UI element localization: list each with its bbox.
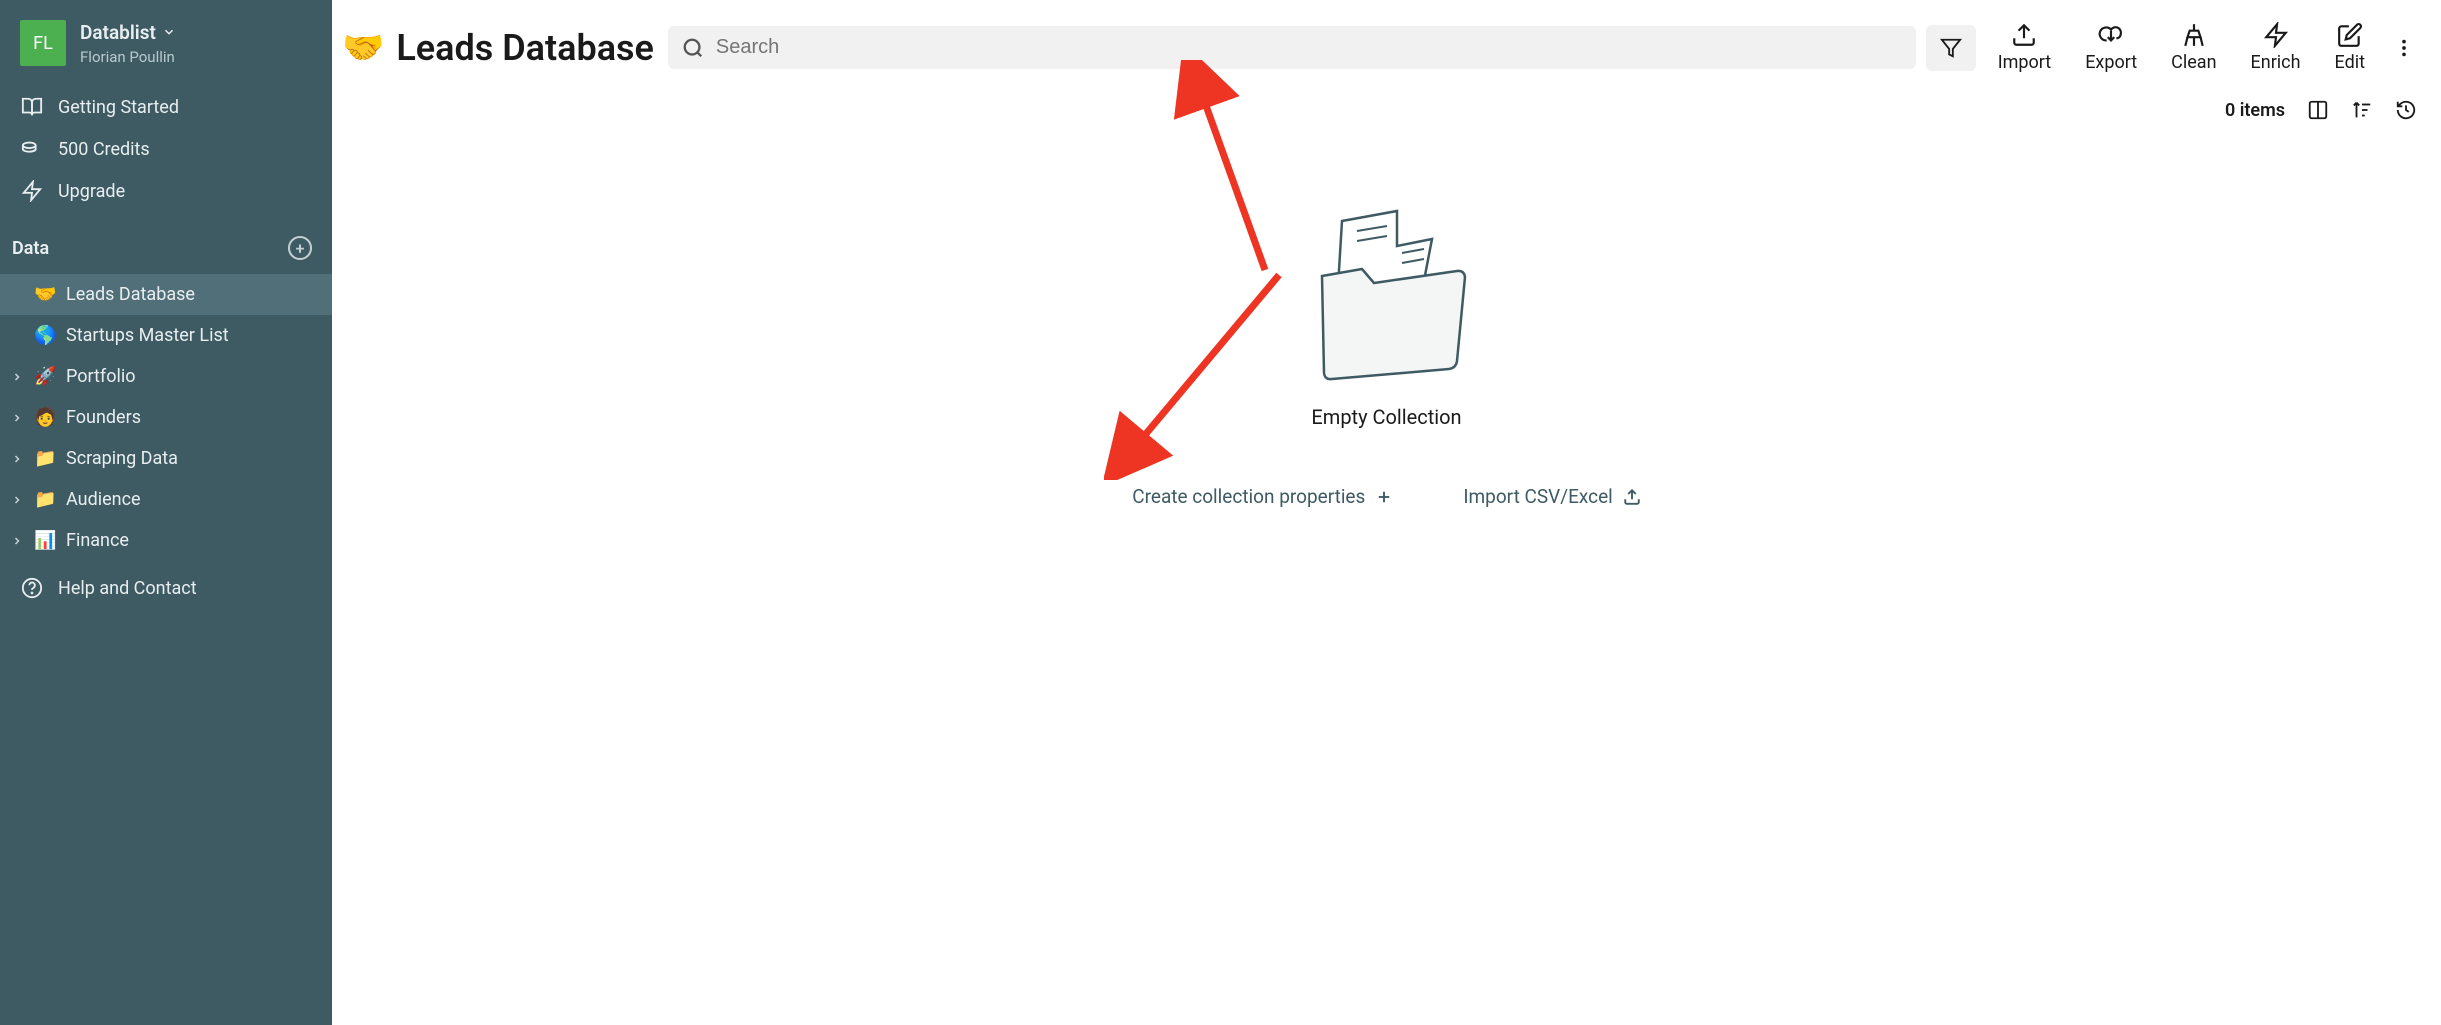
sidebar: FL Datablist Florian Poullin Getting Sta… xyxy=(0,0,332,1025)
edit-button[interactable]: Edit xyxy=(2323,22,2377,73)
search-icon xyxy=(682,37,704,59)
action-label: Clean xyxy=(2171,52,2216,73)
data-item-founders[interactable]: 🧑 Founders xyxy=(0,397,332,438)
subbar: 0 items xyxy=(332,81,2441,121)
chevron-down-icon xyxy=(162,25,176,39)
data-item-label: Startups Master List xyxy=(66,325,229,346)
person-icon: 🧑 xyxy=(34,407,56,428)
bolt-icon xyxy=(20,180,44,202)
create-properties-button[interactable]: Create collection properties xyxy=(1132,485,1393,508)
empty-folder-icon xyxy=(1302,191,1472,381)
coins-icon xyxy=(20,138,44,160)
enrich-button[interactable]: Enrich xyxy=(2239,22,2313,73)
data-item-label: Finance xyxy=(66,530,129,551)
item-count: 0 items xyxy=(2225,100,2285,121)
data-section-label: Data xyxy=(12,238,49,259)
action-label: Enrich xyxy=(2251,52,2301,73)
import-csv-button[interactable]: Import CSV/Excel xyxy=(1463,485,1640,508)
chevron-right-icon xyxy=(10,371,24,383)
workspace-header: FL Datablist Florian Poullin xyxy=(0,0,332,76)
empty-title: Empty Collection xyxy=(1311,405,1461,429)
sidebar-item-label: 500 Credits xyxy=(58,139,150,160)
book-icon xyxy=(20,96,44,118)
sidebar-item-help[interactable]: Help and Contact xyxy=(0,567,332,609)
main-content: 🤝 Leads Database Import Export xyxy=(332,0,2441,1025)
empty-state: Empty Collection Create collection prope… xyxy=(332,121,2441,1025)
data-item-startups[interactable]: 🌎 Startups Master List xyxy=(0,315,332,356)
link-label: Create collection properties xyxy=(1132,485,1365,508)
data-item-scraping[interactable]: 📁 Scraping Data xyxy=(0,438,332,479)
import-button[interactable]: Import xyxy=(1986,22,2063,73)
topbar: 🤝 Leads Database Import Export xyxy=(332,0,2441,81)
upload-icon xyxy=(1623,488,1641,506)
workspace-name: Datablist xyxy=(80,21,156,44)
workspace-user: Florian Poullin xyxy=(80,48,176,66)
data-items: 🤝 Leads Database 🌎 Startups Master List … xyxy=(0,274,332,561)
broom-icon xyxy=(2181,22,2207,48)
sidebar-item-credits[interactable]: 500 Credits xyxy=(0,128,332,170)
sort-button[interactable] xyxy=(2351,99,2373,121)
data-item-label: Leads Database xyxy=(66,284,195,305)
data-item-label: Audience xyxy=(66,489,141,510)
action-label: Export xyxy=(2085,52,2137,73)
search-box[interactable] xyxy=(668,26,1916,69)
data-item-leads-database[interactable]: 🤝 Leads Database xyxy=(0,274,332,315)
add-collection-button[interactable]: + xyxy=(288,236,312,260)
chevron-right-icon xyxy=(10,494,24,506)
handshake-icon: 🤝 xyxy=(342,28,384,68)
handshake-icon: 🤝 xyxy=(34,284,56,305)
workspace-switcher[interactable]: Datablist xyxy=(80,21,176,44)
edit-icon xyxy=(2337,22,2363,48)
folder-icon: 📁 xyxy=(34,448,56,469)
data-item-label: Portfolio xyxy=(66,366,135,387)
layout-button[interactable] xyxy=(2307,99,2329,121)
link-label: Import CSV/Excel xyxy=(1463,485,1612,508)
more-vertical-icon xyxy=(2393,37,2415,59)
history-button[interactable] xyxy=(2395,99,2417,121)
chevron-right-icon xyxy=(10,453,24,465)
data-item-label: Scraping Data xyxy=(66,448,178,469)
chevron-right-icon xyxy=(10,412,24,424)
sidebar-item-upgrade[interactable]: Upgrade xyxy=(0,170,332,212)
title-block: 🤝 Leads Database xyxy=(342,27,658,69)
search-input[interactable] xyxy=(716,36,1902,59)
sidebar-item-label: Getting Started xyxy=(58,97,179,118)
action-label: Edit xyxy=(2335,52,2365,73)
chart-icon: 📊 xyxy=(34,530,56,551)
more-button[interactable] xyxy=(2387,37,2421,59)
data-item-portfolio[interactable]: 🚀 Portfolio xyxy=(0,356,332,397)
help-icon xyxy=(20,577,44,599)
empty-actions: Create collection properties Import CSV/… xyxy=(1132,485,1641,508)
filter-button[interactable] xyxy=(1926,25,1976,71)
clean-button[interactable]: Clean xyxy=(2159,22,2228,73)
avatar: FL xyxy=(20,20,66,66)
sidebar-item-label: Upgrade xyxy=(58,181,125,202)
data-item-label: Founders xyxy=(66,407,141,428)
page-title: Leads Database xyxy=(396,27,654,69)
upload-icon xyxy=(2011,22,2037,48)
export-button[interactable]: Export xyxy=(2073,22,2149,73)
data-item-finance[interactable]: 📊 Finance xyxy=(0,520,332,561)
globe-icon: 🌎 xyxy=(34,325,56,346)
folder-icon: 📁 xyxy=(34,489,56,510)
data-section-header: Data + xyxy=(0,222,332,274)
filter-icon xyxy=(1940,37,1962,59)
sidebar-nav: Getting Started 500 Credits Upgrade xyxy=(0,76,332,222)
data-item-audience[interactable]: 📁 Audience xyxy=(0,479,332,520)
rocket-icon: 🚀 xyxy=(34,366,56,387)
action-label: Import xyxy=(1998,52,2051,73)
bolt-icon xyxy=(2263,22,2289,48)
sidebar-item-label: Help and Contact xyxy=(58,578,197,599)
plus-icon xyxy=(1375,488,1393,506)
download-cloud-icon xyxy=(2098,22,2124,48)
chevron-right-icon xyxy=(10,535,24,547)
sidebar-item-getting-started[interactable]: Getting Started xyxy=(0,86,332,128)
